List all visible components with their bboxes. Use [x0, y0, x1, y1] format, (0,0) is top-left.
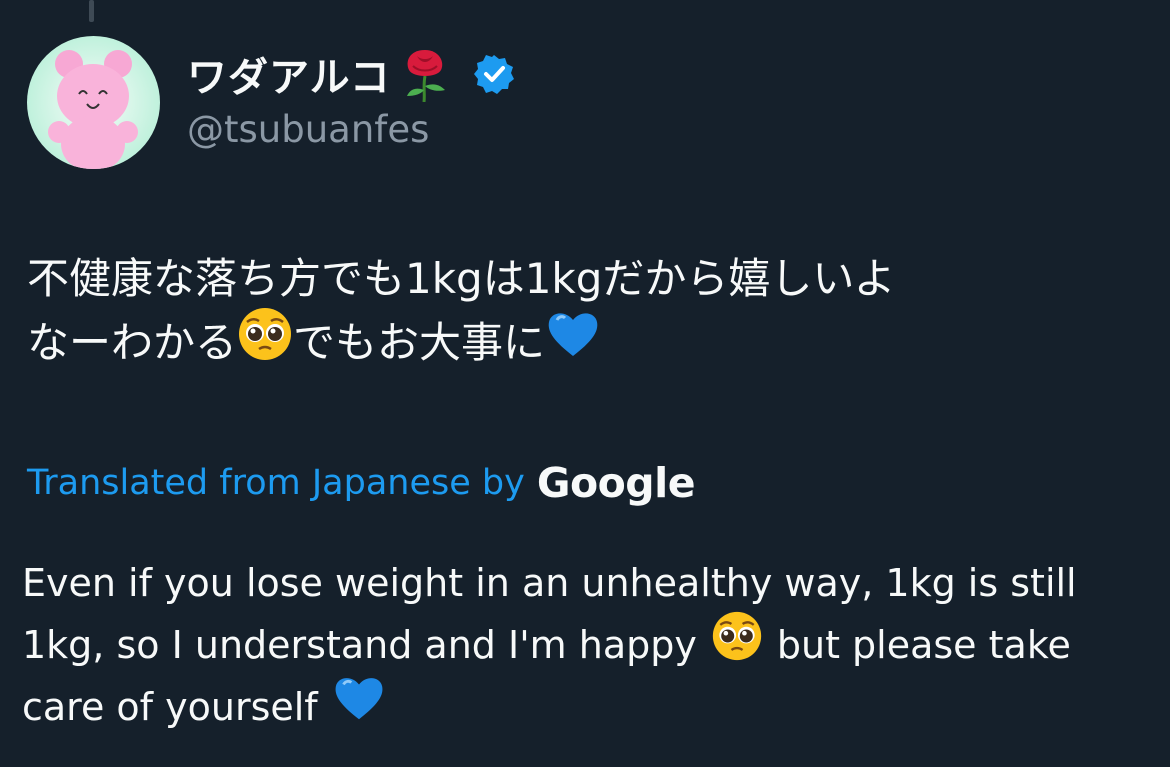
tweet-body: 不健康な落ち方でも1kgは1kgだから嬉しいよ なーわかる でもお大事に: [27, 247, 1147, 375]
translation-line-3: care of yourself: [22, 676, 1152, 738]
tweet-text-line-1: 不健康な落ち方でも1kgは1kgだから嬉しいよ: [27, 254, 896, 303]
pleading-face-icon: [237, 306, 293, 380]
blue-heart-icon: [545, 306, 601, 380]
translation-text-line-3a: care of yourself: [22, 685, 318, 729]
translation-text-line-2b: but please take: [776, 623, 1071, 667]
verified-badge-icon[interactable]: [473, 53, 515, 95]
google-logo: Google: [536, 459, 696, 507]
translation-line-2: 1kg, so I understand and I'm happy but p…: [22, 611, 1152, 676]
rose-icon: [399, 46, 451, 103]
translation-attribution[interactable]: Translated from Japanese by Google: [27, 455, 696, 511]
avatar-image: [48, 50, 138, 169]
tweet-line-2: なーわかる でもお大事に: [27, 308, 1147, 375]
translation-text-line-2a: 1kg, so I understand and I'm happy: [22, 623, 697, 667]
translated-text: Even if you lose weight in an unhealthy …: [22, 552, 1152, 738]
avatar[interactable]: [27, 36, 160, 169]
blue-heart-icon: [332, 671, 386, 743]
author-name-row[interactable]: ワダアルコ: [187, 45, 515, 103]
translation-line-1: Even if you lose weight in an unhealthy …: [22, 552, 1152, 614]
tweet-text-line-2b: でもお大事に: [293, 318, 546, 367]
translation-text-line-1: Even if you lose weight in an unhealthy …: [22, 561, 1077, 605]
translated-from-label[interactable]: Translated from Japanese by: [27, 463, 525, 503]
tweet-line-1: 不健康な落ち方でも1kgは1kgだから嬉しいよ: [27, 247, 1147, 311]
author-handle[interactable]: @tsubuanfes: [187, 108, 429, 151]
tweet-text-line-2a: なーわかる: [27, 318, 238, 367]
pleading-face-icon: [711, 610, 763, 680]
thread-connector-line: [89, 0, 94, 22]
author-display-name[interactable]: ワダアルコ: [187, 45, 391, 103]
